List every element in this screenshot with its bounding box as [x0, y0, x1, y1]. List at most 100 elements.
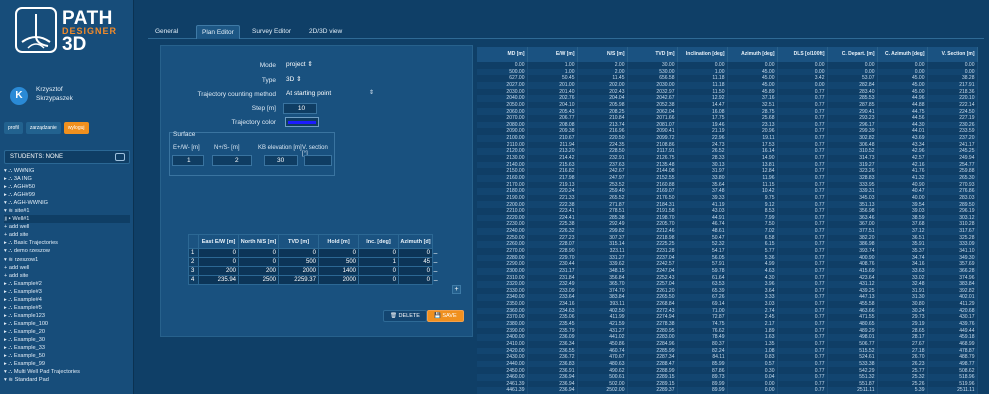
tree-item[interactable]: + add well [4, 223, 130, 231]
tree-item[interactable]: ▸ ⛬ Example#4 [4, 296, 130, 304]
tree-item[interactable]: + add site [4, 272, 130, 280]
table-row: 2290.00 230.44 339.62 2242.57 57.91 4.99 0.77 4… [477, 261, 978, 268]
tree-item[interactable]: ▸ ⛬ Example#2 [4, 280, 130, 288]
cell-input[interactable]: 2500 [238, 275, 279, 285]
table-cell: 229.70 [527, 254, 578, 262]
cell-input[interactable]: 0 [198, 248, 239, 258]
tree-item[interactable]: ▾ ⛬ AGH-WWNIG [4, 199, 130, 207]
table-cell: 2502.00 [577, 387, 628, 394]
cell-input[interactable]: 500 [318, 257, 359, 267]
tree-item[interactable]: ▾ ⛬ WWNIG [4, 167, 130, 175]
tree-item[interactable]: ▸ ⛬ Example_30 [4, 336, 130, 344]
remove-row-icon[interactable]: – [433, 267, 441, 276]
surface-group: Surface E+/W- [m] 1 N+/S- [m] 2 KB eleva… [169, 131, 335, 176]
ns-input[interactable]: 2 [212, 155, 252, 166]
vs-input[interactable] [304, 155, 332, 166]
cell-input[interactable]: 200 [198, 266, 239, 276]
table-cell: 213.20 [527, 148, 578, 155]
cell-input[interactable]: 0 [358, 248, 399, 258]
logout-button[interactable]: wyloguj [63, 122, 89, 134]
tree-item[interactable]: ▾ ≋ Standard Pad [4, 376, 130, 384]
remove-row-icon[interactable]: – [433, 249, 441, 258]
table-cell: 236.91 [527, 367, 578, 375]
cell-input[interactable]: 200 [238, 266, 279, 276]
add-row-button[interactable]: + [452, 285, 461, 294]
cell-input[interactable]: 2000 [278, 266, 319, 276]
tree-item[interactable]: ▸ ⛬ 3A ING [4, 175, 130, 183]
cell-input[interactable]: 0 [278, 248, 319, 258]
delete-button[interactable]: 🗑 DELETE [383, 310, 427, 322]
ew-input[interactable]: 1 [172, 155, 204, 166]
table-cell: 2060.00 [477, 108, 528, 116]
trajectory-color-picker[interactable] [285, 117, 319, 127]
tree-item[interactable]: ▸ ⛬ Basic Trajectories [4, 239, 130, 247]
remove-row-icon[interactable]: – [433, 276, 441, 285]
table-cell: 84.11 [677, 354, 728, 361]
tab-survey-editor[interactable]: Survey Editor [247, 25, 296, 39]
tree-item[interactable]: ▸ ⛬ Example_33 [4, 344, 130, 352]
col-header: Azimuth [deg] [727, 47, 778, 62]
avatar[interactable]: K [10, 87, 28, 105]
step-input[interactable]: 10 [283, 103, 317, 114]
tcm-select[interactable]: At starting point [283, 89, 383, 100]
table-cell: 28.33 [677, 154, 728, 162]
cell-input[interactable]: 1 [358, 257, 399, 267]
tree-item[interactable]: ▾ ≋ site#1 [4, 207, 130, 215]
tab-2d-3d-view[interactable]: 2D/3D view [304, 25, 347, 39]
table-cell: 2310.00 [477, 274, 528, 282]
cell-input[interactable]: 1400 [318, 266, 359, 276]
kb-input[interactable]: 30 [264, 155, 298, 166]
tree-item[interactable]: + add well [4, 264, 130, 272]
table-cell: 2511.11 [927, 387, 978, 394]
tree-item[interactable]: ▾ ≋ rzeszow1 [4, 256, 130, 264]
cell-input[interactable]: 500 [278, 257, 319, 267]
cell-input[interactable]: 0 [318, 248, 359, 258]
table-cell: 40.90 [877, 181, 928, 189]
cell-input[interactable]: 45 [398, 257, 433, 267]
remove-row-icon[interactable]: – [433, 258, 441, 267]
mode-select[interactable]: project ⇕ [283, 60, 333, 71]
cell-input[interactable]: 0 [398, 266, 433, 276]
cell-input[interactable]: 2000 [318, 275, 359, 285]
table-cell: 44.30 [877, 121, 928, 129]
table-cell: 45.00 [727, 75, 778, 82]
table-cell: 363.46 [827, 214, 878, 222]
tree-item[interactable]: ▸ ⛬ Example_50 [4, 352, 130, 360]
tab-plan-editor[interactable]: Plan Editor [196, 25, 240, 39]
tree-item-selected[interactable]: ⫫ ▸ Well#1 [4, 215, 130, 224]
table-cell: 205.43 [527, 108, 578, 116]
cell-input[interactable]: 0 [358, 275, 399, 285]
tree-item[interactable]: ▸ ⛬ AGH#99 [4, 191, 130, 199]
cell-input[interactable]: 0 [398, 275, 433, 285]
type-select[interactable]: 3D ⇕ [283, 75, 323, 86]
tree-item[interactable]: ▸ ⛬ Example_20 [4, 328, 130, 336]
col-header: DLS [o/100ft] [777, 47, 828, 62]
chat-icon[interactable] [115, 153, 125, 161]
cell-input[interactable]: 0 [238, 248, 279, 258]
tree-item[interactable]: ▸ ⛬ AGH#50 [4, 183, 130, 191]
table-cell: 2170.00 [477, 181, 528, 189]
tree-item[interactable]: ▸ ⛬ Example_100 [4, 320, 130, 328]
tree-item[interactable]: ▸ ⛬ Example123 [4, 312, 130, 320]
manage-button[interactable]: zarządzanie [25, 122, 61, 134]
app-logo[interactable]: PATH DESIGNER 3D [14, 6, 124, 58]
cell-input[interactable]: 0 [238, 257, 279, 267]
table-cell: 287.85 [827, 101, 878, 109]
tree-item[interactable]: ▾ ⛬ demo rzeszow [4, 247, 130, 255]
tree-item[interactable]: ▾ ⛬ Multi Well Pad Trajectories [4, 368, 130, 376]
table-cell: 48.61 [677, 228, 728, 235]
cell-input[interactable]: 2259.37 [278, 275, 319, 285]
profile-button[interactable]: profil [4, 122, 23, 134]
tab-general[interactable]: General [150, 25, 183, 39]
cell-input[interactable]: 0 [198, 257, 239, 267]
save-button[interactable]: 💾 SAVE [427, 310, 464, 322]
table-cell: 366.28 [927, 267, 978, 275]
tree-item[interactable]: + add site [4, 231, 130, 239]
tree-item[interactable]: ▸ ⛬ Example#5 [4, 304, 130, 312]
cell-input[interactable]: 0 [358, 266, 399, 276]
cell-input[interactable]: 235.94 [198, 275, 239, 285]
cell-input[interactable]: 0 [398, 248, 433, 258]
students-selector[interactable]: STUDENTS: NONE [4, 150, 130, 164]
tree-item[interactable]: ▸ ⛬ Example_99 [4, 360, 130, 368]
tree-item[interactable]: ▸ ⛬ Example#3 [4, 288, 130, 296]
